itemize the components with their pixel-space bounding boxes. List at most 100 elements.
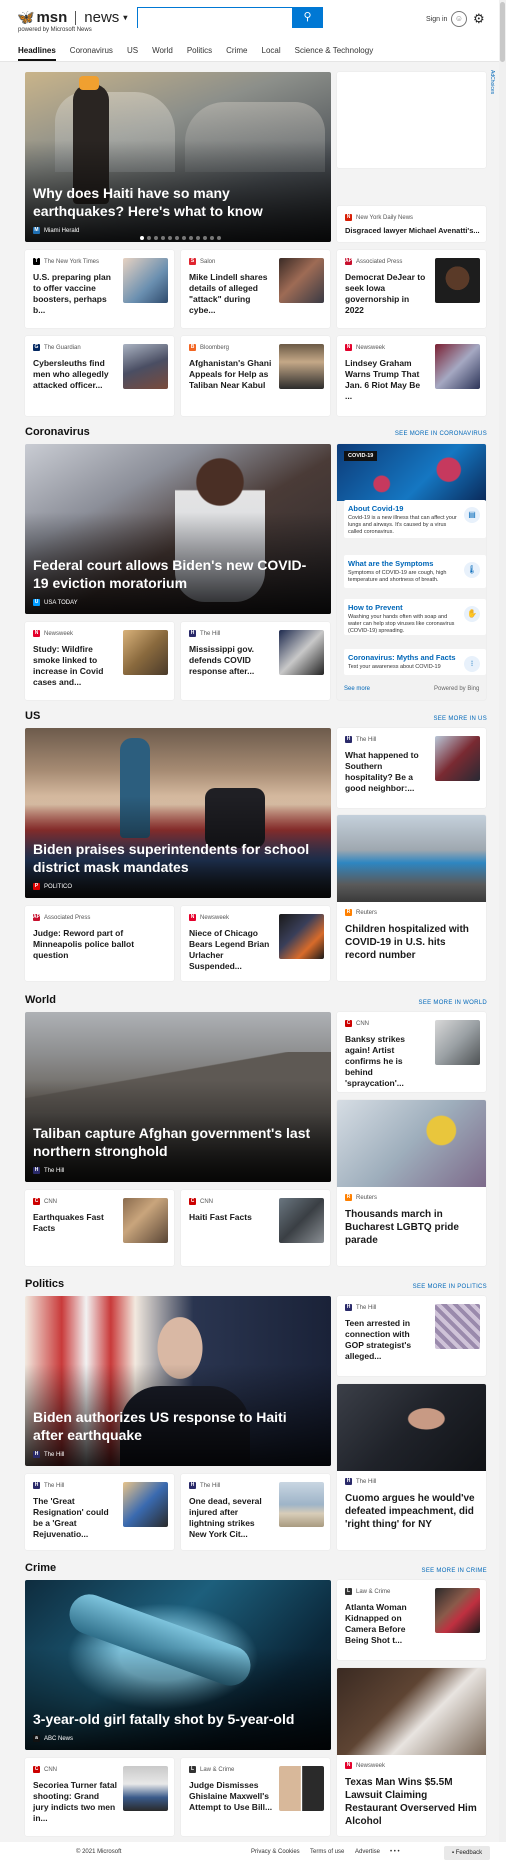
story-card[interactable]: B Bloomberg Afghanistan's Ghani Appeals f… <box>181 336 330 416</box>
story-title[interactable]: What happened to Southern hospitality? B… <box>345 750 429 794</box>
hero-title[interactable]: 3-year-old girl fatally shot by 5-year-o… <box>33 1710 319 1728</box>
story-title[interactable]: Judge Dismisses Ghislaine Maxwell's Atte… <box>189 1780 273 1813</box>
story-card[interactable]: H The Hill What happened to Southern hosp… <box>337 728 486 808</box>
carousel-dot[interactable] <box>161 236 165 240</box>
see-more-us-link[interactable]: SEE MORE IN US <box>433 716 487 722</box>
see-more-politics-link[interactable]: SEE MORE IN POLITICS <box>413 1284 487 1290</box>
hero-story[interactable]: Taliban capture Afghan government's last… <box>25 1012 331 1182</box>
story-card[interactable]: N Newsweek Study: Wildfire smoke linked t… <box>25 622 174 700</box>
story-card[interactable]: H The Hill One dead, several injured afte… <box>181 1474 330 1550</box>
hero-story[interactable]: Biden praises superintendents for school… <box>25 728 331 898</box>
feedback-button[interactable]: ▪ Feedback <box>444 1846 490 1860</box>
nav-tab-headlines[interactable]: Headlines <box>18 46 56 61</box>
story-title[interactable]: Study: Wildfire smoke linked to increase… <box>33 644 117 688</box>
story-card[interactable]: H The Hill Mississippi gov. defends COVID… <box>181 622 330 700</box>
story-title[interactable]: Democrat DeJear to seek Iowa governorshi… <box>345 272 429 316</box>
chevron-down-icon[interactable]: ▾ <box>123 13 127 22</box>
story-title[interactable]: Mississippi gov. defends COVID response … <box>189 644 273 677</box>
story-card[interactable]: T The New York Times U.S. preparing plan … <box>25 250 174 328</box>
story-title[interactable]: Disgraced lawyer Michael Avenatti's... <box>345 225 480 236</box>
story-title[interactable]: Texas Man Wins $5.5M Lawsuit Claiming Re… <box>345 1776 479 1828</box>
story-title[interactable]: Thousands march in Bucharest LGBTQ pride… <box>345 1208 479 1247</box>
story-title[interactable]: Judge: Reword part of Minneapolis police… <box>33 928 167 961</box>
nav-tab-science[interactable]: Science & Technology <box>295 46 374 61</box>
carousel-dot[interactable] <box>182 236 186 240</box>
story-title[interactable]: Secoriea Turner fatal shooting: Grand ju… <box>33 1780 117 1824</box>
privacy-link[interactable]: Privacy & Cookies <box>251 1849 300 1855</box>
see-more-world-link[interactable]: SEE MORE IN WORLD <box>419 1000 487 1006</box>
section-title-politics[interactable]: Politics <box>25 1278 64 1290</box>
covid-topic-about[interactable]: About Covid-19 Covid-19 is a new illness… <box>344 500 486 538</box>
story-title[interactable]: Teen arrested in connection with GOP str… <box>345 1318 429 1362</box>
covid-topic-prevent[interactable]: How to Prevent Washing your hands often … <box>344 599 486 635</box>
story-card[interactable]: S Salon Mike Lindell shares details of al… <box>181 250 330 328</box>
carousel-dot[interactable] <box>189 236 193 240</box>
advertise-link[interactable]: Advertise <box>355 1849 380 1855</box>
page-scrollbar[interactable] <box>499 0 506 1842</box>
hero-title[interactable]: Biden authorizes US response to Haiti af… <box>33 1408 319 1444</box>
carousel-dot[interactable] <box>203 236 207 240</box>
story-card[interactable]: L Law & Crime Judge Dismisses Ghislaine M… <box>181 1758 330 1836</box>
story-card-large[interactable]: R Reuters Thousands march in Bucharest LG… <box>337 1100 486 1266</box>
story-card[interactable]: L Law & Crime Atlanta Woman Kidnapped on … <box>337 1580 486 1660</box>
terms-link[interactable]: Terms of use <box>310 1849 344 1855</box>
carousel-dot[interactable] <box>140 236 144 240</box>
covid-topic-myths[interactable]: Coronavirus: Myths and Facts Test your a… <box>344 649 486 675</box>
nav-tab-world[interactable]: World <box>152 46 173 61</box>
nav-tab-crime[interactable]: Crime <box>226 46 247 61</box>
nav-tab-local[interactable]: Local <box>262 46 281 61</box>
sign-in-link[interactable]: Sign in <box>426 16 447 23</box>
section-title-us[interactable]: US <box>25 710 40 722</box>
more-options-icon[interactable]: • • • <box>390 1849 400 1855</box>
story-title[interactable]: Haiti Fast Facts <box>189 1212 273 1223</box>
story-title[interactable]: Mike Lindell shares details of alleged "… <box>189 272 273 316</box>
story-title[interactable]: Children hospitalized with COVID-19 in U… <box>345 923 479 962</box>
story-title[interactable]: The 'Great Resignation' could be a 'Grea… <box>33 1496 117 1540</box>
covid-see-more-link[interactable]: See more <box>344 686 370 692</box>
story-card[interactable]: C CNN Secoriea Turner fatal shooting: Gra… <box>25 1758 174 1836</box>
story-card[interactable]: G The Guardian Cybersleuths find men who … <box>25 336 174 416</box>
story-title[interactable]: One dead, several injured after lightnin… <box>189 1496 273 1540</box>
story-card[interactable]: AP Associated Press Judge: Reword part of… <box>25 906 174 981</box>
adchoices-link[interactable]: AdChoices <box>489 70 495 94</box>
hero-title[interactable]: Federal court allows Biden's new COVID-1… <box>33 556 319 592</box>
story-card[interactable]: H The Hill Teen arrested in connection wi… <box>337 1296 486 1376</box>
carousel-dot[interactable] <box>217 236 221 240</box>
carousel-dot[interactable] <box>147 236 151 240</box>
carousel-dot[interactable] <box>175 236 179 240</box>
story-card[interactable]: C CNN Earthquakes Fast Facts <box>25 1190 174 1266</box>
nav-tab-coronavirus[interactable]: Coronavirus <box>70 46 113 61</box>
story-title[interactable]: Banksy strikes again! Artist confirms he… <box>345 1034 429 1089</box>
carousel-dot[interactable] <box>210 236 214 240</box>
story-title[interactable]: Earthquakes Fast Facts <box>33 1212 117 1234</box>
story-card[interactable]: H The Hill The 'Great Resignation' could … <box>25 1474 174 1550</box>
carousel-dots[interactable] <box>140 236 221 240</box>
story-card[interactable]: C CNN Haiti Fast Facts <box>181 1190 330 1266</box>
story-card-large[interactable]: H The Hill Cuomo argues he would've defea… <box>337 1384 486 1550</box>
section-title-coronavirus[interactable]: Coronavirus <box>25 426 90 438</box>
story-card-large[interactable]: R Reuters Children hospitalized with COVI… <box>337 815 486 981</box>
story-card[interactable]: N Newsweek Niece of Chicago Bears Legend … <box>181 906 330 981</box>
hero-story[interactable]: Biden authorizes US response to Haiti af… <box>25 1296 331 1466</box>
see-more-coronavirus-link[interactable]: SEE MORE IN CORONAVIRUS <box>395 431 487 437</box>
carousel-dot[interactable] <box>196 236 200 240</box>
story-card[interactable]: C CNN Banksy strikes again! Artist confir… <box>337 1012 486 1092</box>
carousel-dot[interactable] <box>168 236 172 240</box>
scrollbar-thumb[interactable] <box>500 2 505 62</box>
story-title[interactable]: Cuomo argues he would've defeated impeac… <box>345 1492 479 1531</box>
story-title[interactable]: Niece of Chicago Bears Legend Brian Urla… <box>189 928 273 972</box>
hero-story[interactable]: Federal court allows Biden's new COVID-1… <box>25 444 331 614</box>
nav-tab-politics[interactable]: Politics <box>187 46 212 61</box>
story-card[interactable]: AP Associated Press Democrat DeJear to se… <box>337 250 486 328</box>
hero-title[interactable]: Why does Haiti have so many earthquakes?… <box>33 184 319 220</box>
search-button[interactable]: ⚲ <box>292 7 323 28</box>
covid-topic-symptoms[interactable]: What are the Symptoms Symptoms of COVID-… <box>344 555 486 588</box>
story-title[interactable]: Lindsey Graham Warns Trump That Jan. 6 R… <box>345 358 429 402</box>
side-story[interactable]: N New York Daily News Disgraced lawyer Mi… <box>337 206 486 242</box>
story-card[interactable]: N Newsweek Lindsey Graham Warns Trump Tha… <box>337 336 486 416</box>
story-title[interactable]: Afghanistan's Ghani Appeals for Help as … <box>189 358 273 391</box>
story-card-large[interactable]: N Newsweek Texas Man Wins $5.5M Lawsuit C… <box>337 1668 486 1836</box>
story-title[interactable]: U.S. preparing plan to offer vaccine boo… <box>33 272 117 316</box>
carousel-dot[interactable] <box>154 236 158 240</box>
section-title-world[interactable]: World <box>25 994 56 1006</box>
